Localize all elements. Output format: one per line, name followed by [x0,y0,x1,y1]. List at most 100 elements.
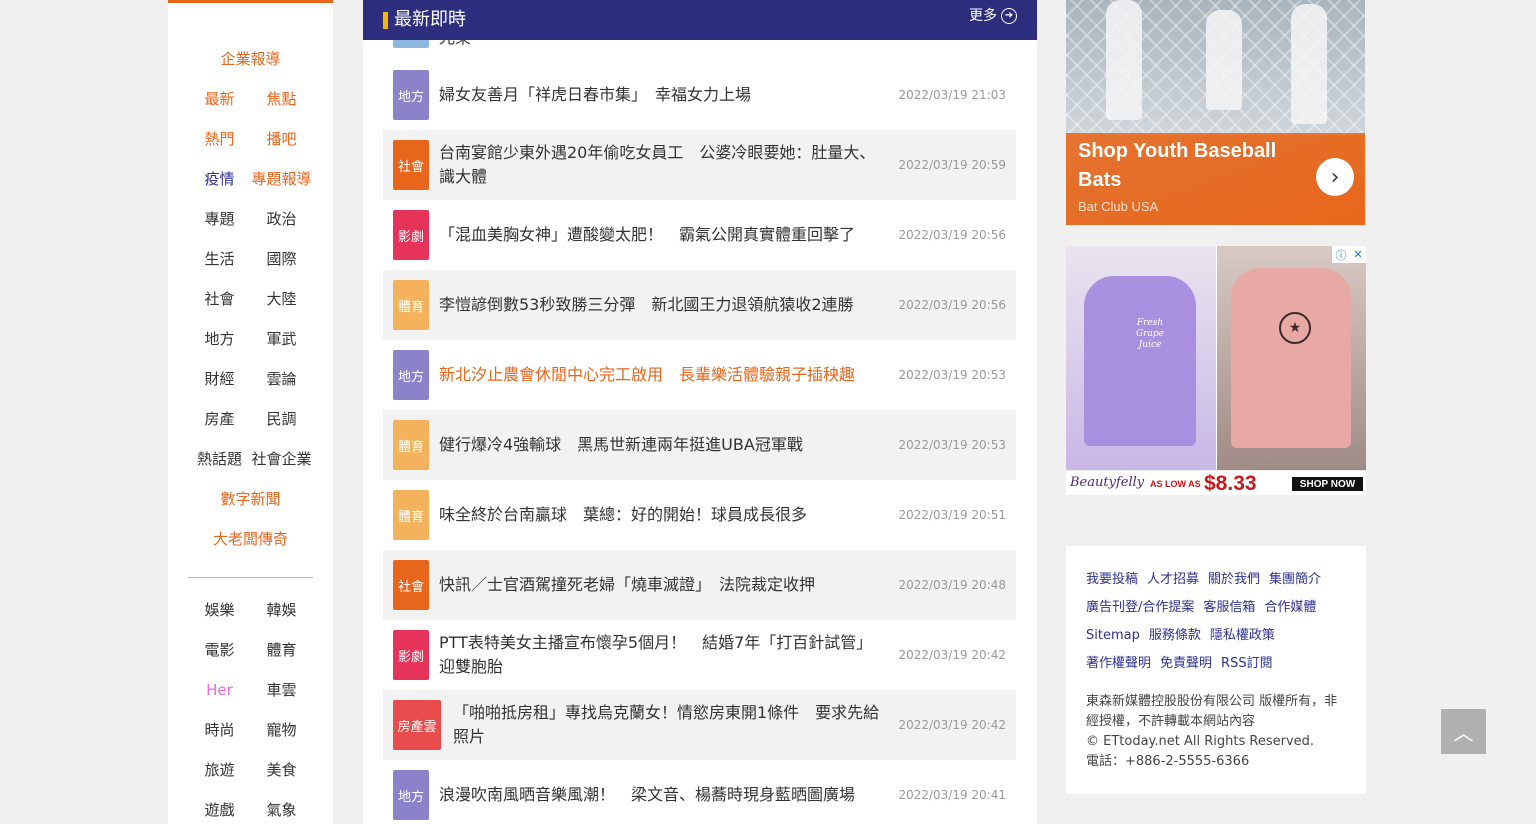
sidebar-item[interactable]: 國際 [251,239,313,279]
footer-link[interactable]: Sitemap [1086,628,1140,643]
sidebar-row: 疫情 專題報導 [168,159,333,199]
category-badge[interactable]: 社會 [393,140,429,190]
news-row[interactable]: 房產雲 「啪啪抵房租」專找烏克蘭女！情慾房東開1條件 要求先給照片 2022/03/… [383,690,1016,760]
sidebar-item[interactable]: 企業報導 [220,39,280,79]
sidebar-item[interactable]: 專題報導 [251,159,313,199]
sidebar-item[interactable]: 美食 [251,750,313,790]
news-row[interactable]: 體育 味全終於台南贏球 葉總：好的開始！球員成長很多 2022/03/19 20:5… [383,480,1016,550]
news-timestamp: 2022/03/19 20:59 [898,158,1006,172]
news-row[interactable]: 地方 浪漫吹南風晒音樂風潮！ 梁文音、楊蕎時現身藍晒圖廣場 2022/03/19 2… [383,760,1016,824]
sidebar-row: 財經 雲論 [168,359,333,399]
sidebar-item[interactable]: 大老闆傳奇 [213,519,288,559]
sidebar-item[interactable]: 體育 [251,630,313,670]
sidebar-item[interactable]: 韓娛 [251,590,313,630]
footer-link[interactable]: 關於我們 [1208,572,1260,587]
news-headline[interactable]: 味全終於台南贏球 葉總：好的開始！球員成長很多 [439,503,879,527]
sidebar-item[interactable]: 財經 [189,359,251,399]
sidebar-item[interactable]: 電影 [189,630,251,670]
sidebar-item[interactable]: 播吧 [251,119,313,159]
category-badge[interactable]: 影劇 [393,630,429,680]
news-row[interactable]: 社會 台南宴館少東外遇20年偷吃女員工 公婆冷眼要她：肚量大、識大體 2022/03… [383,130,1016,200]
news-row[interactable]: 地方 新北汐止農會休閒中心完工啟用 長輩樂活體驗親子插秧趣 2022/03/19 2… [383,340,1016,410]
category-badge[interactable]: 體育 [393,490,429,540]
sidebar-item[interactable]: 專題 [189,199,251,239]
sidebar-item[interactable]: 民調 [251,399,313,439]
category-badge[interactable]: 體育 [393,280,429,330]
sidebar-item[interactable]: 房產 [189,399,251,439]
category-badge[interactable]: 社會 [393,560,429,610]
footer-link[interactable]: 合作媒體 [1264,600,1316,615]
news-headline[interactable]: 快訊／士官酒駕撞死老婦「燒車滅證」 法院裁定收押 [439,573,879,597]
news-headline[interactable]: 健行爆冷4強輸球 黑馬世新連兩年挺進UBA冠軍戰 [439,433,879,457]
news-row[interactable]: 體育 健行爆冷4強輸球 黑馬世新連兩年挺進UBA冠軍戰 2022/03/19 20:… [383,410,1016,480]
footer-link[interactable]: 著作權聲明 [1086,656,1151,671]
ad-title[interactable]: Shop Youth Baseball Bats [1078,137,1298,195]
category-badge[interactable]: 地方 [393,770,429,820]
footer-link[interactable]: 客服信箱 [1203,600,1255,615]
sidebar-row: 最新 焦點 [168,79,333,119]
category-badge[interactable]: 地方 [393,350,429,400]
sidebar-item[interactable]: 熱門 [189,119,251,159]
ad-photo-player [1206,10,1242,110]
baseball-ad[interactable]: Shop Youth Baseball Bats Bat Club USA › [1066,0,1365,225]
chevron-right-icon[interactable]: › [1316,158,1354,196]
sidebar-item[interactable]: 遊戲 [189,790,251,824]
news-headline[interactable]: PTT表特美女主播宣布懷孕5個月！ 結婚7年「打百針試管」迎雙胞胎 [439,631,879,679]
sidebar-item[interactable]: 寵物 [251,710,313,750]
shop-now-button[interactable]: SHOP NOW [1292,477,1363,491]
close-icon[interactable]: ✕ [1353,248,1362,261]
sidebar-item[interactable]: 雲論 [251,359,313,399]
sidebar-item[interactable]: 旅遊 [189,750,251,790]
sidebar-item[interactable]: 社會企業 [251,439,313,479]
sidebar-item[interactable]: 疫情 [189,159,251,199]
news-headline[interactable]: 「混血美胸女神」遭酸變太肥！ 霸氣公開真實體重回擊了 [439,223,879,247]
news-headline[interactable]: 「啪啪抵房租」專找烏克蘭女！情慾房東開1條件 要求先給照片 [453,701,883,749]
tshirt-ad[interactable]: Fresh Grape Juice ★ ⓘ ✕ Beautyfelly AS L… [1066,246,1366,495]
sidebar-item[interactable]: 地方 [189,319,251,359]
news-headline[interactable]: 浪漫吹南風晒音樂風潮！ 梁文音、楊蕎時現身藍晒圖廣場 [439,783,879,807]
footer-link[interactable]: 人才招募 [1147,572,1199,587]
news-row[interactable]: 社會 快訊／士官酒駕撞死老婦「燒車滅證」 法院裁定收押 2022/03/19 20:… [383,550,1016,620]
news-headline[interactable]: 李愷諺倒數53秒致勝三分彈 新北國王力退領航猿收2連勝 [439,293,879,317]
news-timestamp: 2022/03/19 20:51 [898,508,1006,522]
sidebar-item[interactable]: 社會 [189,279,251,319]
sidebar-item[interactable]: 氣象 [251,790,313,824]
sidebar-item[interactable]: 熱話題 [189,439,251,479]
news-headline[interactable]: 新北汐止農會休閒中心完工啟用 長輩樂活體驗親子插秧趣 [439,363,879,387]
footer-link[interactable]: 我要投稿 [1086,572,1138,587]
sidebar-item[interactable]: 最新 [189,79,251,119]
sidebar-item[interactable]: 時尚 [189,710,251,750]
footer-link[interactable]: RSS訂閱 [1221,656,1273,671]
category-badge[interactable]: 影劇 [393,210,429,260]
sidebar-item[interactable]: Her [189,670,251,710]
ad-brand[interactable]: Bat Club USA [1078,199,1158,214]
news-headline[interactable]: 台南宴館少東外遇20年偷吃女員工 公婆冷眼要她：肚量大、識大體 [439,141,879,189]
more-news-link[interactable]: 更多 ➔ [969,7,1017,25]
sidebar-item[interactable]: 政治 [251,199,313,239]
info-icon[interactable]: ⓘ [1335,247,1346,263]
category-badge[interactable]: 地方 [393,70,429,120]
back-to-top-button[interactable]: ︿ [1441,709,1486,754]
sidebar-item[interactable]: 大陸 [251,279,313,319]
sidebar-item[interactable]: 軍武 [251,319,313,359]
footer-link[interactable]: 廣告刊登/合作提案 [1086,600,1194,615]
sidebar-item[interactable]: 車雲 [251,670,313,710]
ad-choices[interactable]: ⓘ ✕ [1332,246,1366,263]
ad-product-image: Fresh Grape Juice [1066,246,1216,470]
sidebar-item[interactable]: 數字新聞 [220,479,280,519]
news-row[interactable]: 體育 李愷諺倒數53秒致勝三分彈 新北國王力退領航猿收2連勝 2022/03/19 … [383,270,1016,340]
sidebar-item[interactable]: 生活 [189,239,251,279]
sidebar-item[interactable]: 娛樂 [189,590,251,630]
news-row[interactable]: 地方 婦女友善月「祥虎日春市集」 幸福女力上場 2022/03/19 21:03 [383,60,1016,130]
news-row[interactable]: 影劇 「混血美胸女神」遭酸變太肥！ 霸氣公開真實體重回擊了 2022/03/19 2… [383,200,1016,270]
footer-link[interactable]: 集團簡介 [1269,572,1321,587]
footer-link[interactable]: 服務條款 [1149,628,1201,643]
sidebar-item[interactable]: 焦點 [251,79,313,119]
news-headline[interactable]: 婦女友善月「祥虎日春市集」 幸福女力上場 [439,83,879,107]
category-badge[interactable]: 體育 [393,420,429,470]
footer-link[interactable]: 隱私權政策 [1210,628,1275,643]
chevron-up-icon: ︿ [1453,721,1474,745]
footer-link[interactable]: 免責聲明 [1160,656,1212,671]
news-row[interactable]: 影劇 PTT表特美女主播宣布懷孕5個月！ 結婚7年「打百針試管」迎雙胞胎 2022/… [383,620,1016,690]
category-badge[interactable]: 房產雲 [393,700,441,750]
